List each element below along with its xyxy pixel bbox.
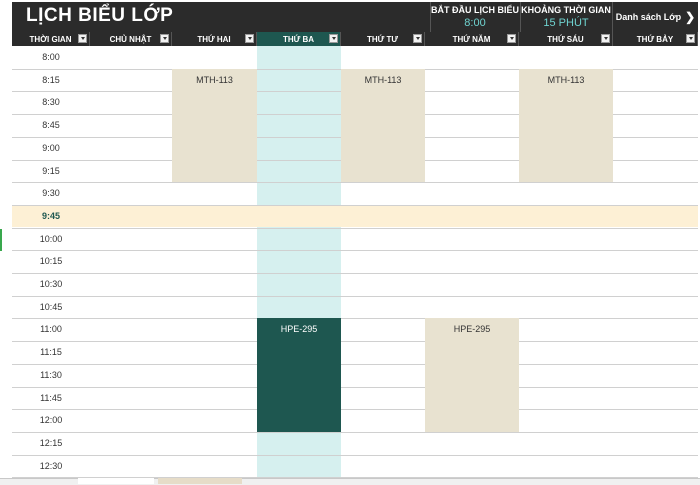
time-slot-label: 10:00 <box>39 233 63 244</box>
class-block[interactable]: MTH-113 <box>341 68 425 183</box>
time-slot-label: 11:45 <box>40 392 62 403</box>
filter-dropdown-icon[interactable] <box>78 34 87 43</box>
row-divider <box>12 273 698 274</box>
time-slot-label: 11:30 <box>40 369 62 380</box>
column-header-label: THỨ BA <box>282 34 315 44</box>
column-header-label: CHỦ NHẬT <box>109 34 152 44</box>
column-header-day-3[interactable]: THỨ BA <box>257 32 341 46</box>
row-divider <box>12 182 698 184</box>
time-slot-label: 9:45 <box>41 210 60 221</box>
row-divider <box>12 318 698 320</box>
time-slot-label: 12:00 <box>39 415 63 426</box>
sheet-tab[interactable] <box>78 478 154 484</box>
row-divider <box>12 409 698 411</box>
class-block[interactable]: MTH-113 <box>519 68 613 183</box>
time-slot-label: 10:15 <box>39 256 63 267</box>
time-slot-label: 8:45 <box>42 120 60 131</box>
row-marker <box>0 229 2 251</box>
time-slot-label: 11:00 <box>40 324 62 335</box>
column-header-time[interactable]: THỜI GIAN <box>12 32 90 46</box>
column-header-label: THỜI GIAN <box>29 34 72 44</box>
time-slot-label: 9:15 <box>42 165 60 176</box>
current-time-row <box>12 204 698 227</box>
start-time-value[interactable]: 8:00 <box>430 17 520 29</box>
interval-box[interactable]: KHOẢNG THỜI GIAN 15 PHÚT <box>520 2 612 32</box>
row-divider <box>12 204 698 206</box>
column-header-label: THỨ TƯ <box>366 34 399 44</box>
interval-value[interactable]: 15 PHÚT <box>520 17 612 29</box>
time-slot-label: 11:15 <box>40 347 62 358</box>
row-divider <box>12 363 698 365</box>
class-list-link[interactable]: Danh sách Lớp ❯ <box>613 2 698 32</box>
class-block[interactable]: MTH-113 <box>172 68 257 183</box>
page-title: LỊCH BIỂU LỚP <box>26 5 174 26</box>
filter-dropdown-icon[interactable] <box>413 34 422 43</box>
time-slot-label: 8:30 <box>42 97 60 108</box>
filter-dropdown-icon[interactable] <box>245 34 254 43</box>
header-bar: LỊCH BIỂU LỚP BẮT ĐẦU LỊCH BIỂU 8:00 KHO… <box>12 2 698 32</box>
class-block[interactable]: HPE-295 <box>425 318 519 432</box>
time-slot-label: 10:45 <box>39 301 63 312</box>
sheet-tab[interactable] <box>158 478 242 484</box>
row-divider <box>12 295 698 297</box>
interval-label: KHOẢNG THỜI GIAN <box>521 5 611 15</box>
column-header-day-7[interactable]: THỨ BẢY <box>613 32 698 46</box>
column-header-label: THỨ HAI <box>197 34 231 44</box>
time-slot-label: 8:00 <box>42 52 60 62</box>
class-list-label: Danh sách Lớp <box>615 12 682 22</box>
row-divider <box>12 227 698 229</box>
column-header-day-5[interactable]: THỨ NĂM <box>425 32 519 46</box>
time-slot-label: 12:30 <box>39 460 63 471</box>
column-header-day-1[interactable]: CHỦ NHẬT <box>90 32 172 46</box>
filter-dropdown-icon[interactable] <box>329 34 338 43</box>
filter-dropdown-icon[interactable] <box>686 34 695 43</box>
row-divider <box>12 386 698 388</box>
row-divider <box>12 341 698 343</box>
column-header-day-6[interactable]: THỨ SÁU <box>519 32 613 46</box>
column-header-label: THỨ SÁU <box>547 34 584 44</box>
column-header-day-2[interactable]: THỨ HAI <box>172 32 257 46</box>
time-slot-label: 9:00 <box>42 142 60 153</box>
start-time-label: BẮT ĐẦU LỊCH BIỂU <box>431 5 519 15</box>
column-header-label: THỨ NĂM <box>452 34 491 44</box>
time-slot-label: 8:15 <box>42 74 60 85</box>
row-divider <box>12 454 698 456</box>
row-divider <box>12 431 698 433</box>
chevron-right-icon: ❯ <box>685 10 696 24</box>
row-divider <box>12 250 698 252</box>
filter-dropdown-icon[interactable] <box>601 34 610 43</box>
filter-dropdown-icon[interactable] <box>507 34 516 43</box>
filter-dropdown-icon[interactable] <box>160 34 169 43</box>
column-header-label: THỨ BẢY <box>636 34 674 44</box>
time-slot-label: 9:30 <box>42 188 60 199</box>
class-schedule-sheet: LỊCH BIỂU LỚP BẮT ĐẦU LỊCH BIỂU 8:00 KHO… <box>0 0 700 485</box>
start-time-box[interactable]: BẮT ĐẦU LỊCH BIỂU 8:00 <box>430 2 520 32</box>
time-slot-label: 10:30 <box>39 279 63 289</box>
class-block[interactable]: HPE-295 <box>257 318 341 432</box>
column-header-day-4[interactable]: THỨ TƯ <box>341 32 425 46</box>
time-slot-label: 12:15 <box>39 437 63 448</box>
